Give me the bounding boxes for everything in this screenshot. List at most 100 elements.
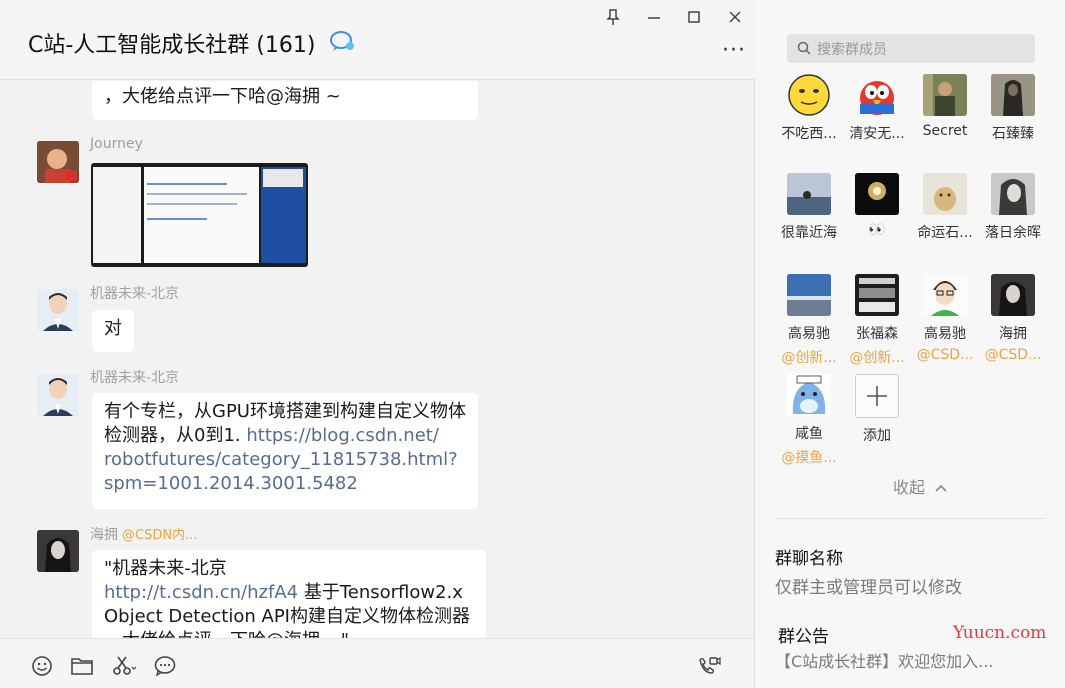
member-name: 海拥 xyxy=(999,326,1027,342)
member-item[interactable]: 石臻臻 xyxy=(979,74,1047,143)
collapse-label: 收起 xyxy=(893,478,926,497)
avatar[interactable] xyxy=(37,141,79,183)
watermark-text: Yuucn.com xyxy=(953,623,1047,643)
message-link[interactable]: spm=1001.2014.3001.5482 xyxy=(104,473,358,494)
chat-title: C站-人工智能成长社群 (161) xyxy=(28,33,316,58)
message-text: ，大佬给点评一下哈@海拥 ~ xyxy=(104,86,341,107)
sender-name: 机器未来-北京 xyxy=(90,286,180,302)
member-avatar xyxy=(855,274,899,316)
message-list[interactable]: ，大佬给点评一下哈@海拥 ~ Journey 机器未来-北京 对 机器未来-北京… xyxy=(0,81,754,638)
member-name: 咸鱼 xyxy=(795,426,823,442)
chat-window: C站-人工智能成长社群 (161) ··· ，大佬给点评一下哈@海拥 ~ Jou… xyxy=(0,0,1065,688)
member-avatar xyxy=(923,173,967,215)
member-avatar xyxy=(991,274,1035,316)
chat-pane: C站-人工智能成长社群 (161) ··· ，大佬给点评一下哈@海拥 ~ Jou… xyxy=(0,0,755,688)
group-name-field[interactable]: 仅群主或管理员可以修改 xyxy=(775,573,962,598)
avatar[interactable] xyxy=(37,289,79,331)
member-avatar xyxy=(787,374,831,416)
member-avatar xyxy=(923,74,967,116)
member-name: 张福森 xyxy=(856,326,898,342)
message-text: ，大佬给点评一下哈@海拥 ~" xyxy=(104,630,349,638)
member-name: 石臻臻 xyxy=(992,126,1034,142)
message-link[interactable]: http://t.csdn.cn/hzfA4 xyxy=(104,582,298,603)
message-bubble[interactable]: 对 xyxy=(92,310,134,352)
search-placeholder: 搜索群成员 xyxy=(817,42,887,58)
chat-header: C站-人工智能成长社群 (161) ··· xyxy=(0,0,755,80)
pin-icon[interactable] xyxy=(602,8,624,26)
sender-name-text: 海拥 xyxy=(90,527,118,543)
member-avatar xyxy=(787,274,831,316)
member-name: 高易驰 xyxy=(788,326,830,342)
member-item[interactable]: 海拥 @CSD... xyxy=(979,274,1047,363)
member-item[interactable]: 很靠近海 xyxy=(775,173,843,242)
chevron-up-icon xyxy=(935,484,947,492)
message-text: 对 xyxy=(104,318,122,339)
member-name: 命运石... xyxy=(917,225,973,241)
close-icon[interactable] xyxy=(724,8,746,26)
member-item[interactable]: 清安无... xyxy=(843,74,911,143)
member-avatar xyxy=(991,74,1035,116)
member-name: 很靠近海 xyxy=(781,225,837,241)
member-item[interactable]: Secret xyxy=(911,74,979,139)
collapse-members-button[interactable]: 收起 xyxy=(893,474,948,498)
chat-bubble-icon[interactable] xyxy=(153,655,177,677)
member-tag: @创新... xyxy=(781,350,837,366)
member-name: 不吃西... xyxy=(781,126,837,142)
member-tag: @创新... xyxy=(849,350,905,366)
avatar[interactable] xyxy=(37,530,79,572)
member-name: 👀 xyxy=(868,222,886,238)
member-avatar xyxy=(855,173,899,215)
group-chat-badge-icon[interactable] xyxy=(329,30,355,52)
message-bubble[interactable]: 有个专栏，从GPU环境搭建到构建自定义物体 检测器，从0到1. https://… xyxy=(92,393,478,509)
member-avatar xyxy=(787,173,831,215)
avatar[interactable] xyxy=(37,374,79,416)
member-name: 落日余晖 xyxy=(985,225,1041,241)
member-item[interactable]: 高易驰 @创新... xyxy=(775,274,843,367)
member-name: 清安无... xyxy=(849,126,905,142)
message-text: 有个专栏，从GPU环境搭建到构建自定义物体 xyxy=(104,401,466,422)
member-item[interactable]: 不吃西... xyxy=(775,74,843,143)
divider xyxy=(776,518,1046,519)
member-avatar xyxy=(787,74,831,116)
video-call-icon[interactable] xyxy=(697,655,721,677)
sender-name: Journey xyxy=(90,136,143,152)
member-tag: @CSD... xyxy=(916,347,974,363)
member-item[interactable]: 张福森 @创新... xyxy=(843,274,911,367)
member-tag: @CSD... xyxy=(984,347,1042,363)
minimize-icon[interactable] xyxy=(643,8,665,26)
folder-icon[interactable] xyxy=(70,655,94,677)
shared-screenshot-image[interactable] xyxy=(91,163,308,267)
scissors-icon[interactable] xyxy=(110,655,138,677)
group-notice-title: 群公告 xyxy=(778,627,829,647)
sender-tag: @CSDN内... xyxy=(122,528,198,543)
message-link[interactable]: https://blog.csdn.net/ xyxy=(246,425,439,446)
message-text: Object Detection API构建自定义物体检测器 xyxy=(104,606,470,627)
group-info-panel: 搜索群成员 不吃西... 清安无... Secret 石臻臻 很靠近海 👀 命运… xyxy=(756,0,1065,688)
maximize-icon[interactable] xyxy=(683,8,705,26)
search-icon xyxy=(797,41,811,55)
message-link[interactable]: robotfutures/category_11815738.html? xyxy=(104,449,458,470)
member-item[interactable]: 命运石... xyxy=(911,173,979,242)
member-item[interactable]: 👀 xyxy=(843,173,911,238)
member-item[interactable]: 落日余晖 xyxy=(979,173,1047,242)
input-toolbar xyxy=(0,638,754,688)
message-bubble[interactable]: "机器未来-北京 http://t.csdn.cn/hzfA4 基于Tensor… xyxy=(92,550,486,638)
member-name: Secret xyxy=(922,123,968,139)
emoji-icon[interactable] xyxy=(30,655,54,677)
member-tag: @摸鱼... xyxy=(781,450,837,466)
add-member-label: 添加 xyxy=(863,428,891,444)
message-bubble[interactable]: ，大佬给点评一下哈@海拥 ~ xyxy=(92,81,478,120)
message-text: "机器未来-北京 xyxy=(104,558,227,579)
member-item[interactable]: 高易驰 @CSD... xyxy=(911,274,979,363)
plus-icon xyxy=(855,374,899,418)
group-notice-preview[interactable]: 【C站成长社群】欢迎您加入... xyxy=(775,648,993,672)
more-options-button[interactable]: ··· xyxy=(722,38,746,63)
group-name-title: 群聊名称 xyxy=(775,549,843,569)
member-search-input[interactable]: 搜索群成员 xyxy=(787,34,1035,63)
member-avatar xyxy=(991,173,1035,215)
member-avatar xyxy=(923,274,967,316)
message-text: 检测器，从0到1. xyxy=(104,425,247,446)
sender-name: 海拥 @CSDN内... xyxy=(90,524,197,544)
add-member-button[interactable]: 添加 xyxy=(843,374,911,445)
member-item[interactable]: 咸鱼 @摸鱼... xyxy=(775,374,843,467)
